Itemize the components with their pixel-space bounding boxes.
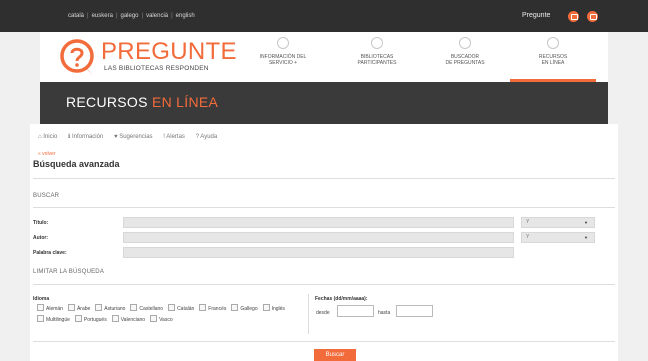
checkbox-asturiano[interactable]: Asturiano <box>95 304 125 315</box>
checkbox-castellano[interactable]: Castellano <box>130 304 163 315</box>
checkbox-catalan[interactable]: Catalán <box>168 304 194 315</box>
nav-recursos[interactable]: RECURSOS EN LÍNEA <box>510 32 596 82</box>
checkbox-multilingue[interactable]: Multilingüe <box>37 315 70 326</box>
nav-informacion[interactable]: INFORMACIÓN DEL SERVICIO + <box>240 32 326 82</box>
divider <box>33 178 615 179</box>
page-title: Búsqueda avanzada <box>33 159 120 169</box>
title-label: Título: <box>33 220 49 226</box>
lang-valencia[interactable]: valencià <box>146 13 168 19</box>
nav-label: RECURSOS EN LÍNEA <box>538 54 568 66</box>
title-input[interactable] <box>123 217 514 228</box>
search-icon <box>459 37 471 49</box>
author-input[interactable] <box>123 232 514 243</box>
divider <box>33 341 615 342</box>
nav-label: BIBLIOTECAS PARTICIPANTES <box>357 54 397 66</box>
title-operator-select[interactable]: Y <box>521 217 595 228</box>
checkbox-portugues[interactable]: Portugués <box>75 315 107 326</box>
lang-euskera[interactable]: euskera <box>92 13 113 19</box>
pregunte-link[interactable]: Pregunte <box>522 0 550 32</box>
checkbox-gallego[interactable]: Gallego <box>231 304 257 315</box>
suggestions-link[interactable]: ♥ Sugerencias <box>114 134 153 140</box>
search-section-heading: BUSCAR <box>33 193 60 199</box>
section-banner: RECURSOS EN LÍNEA <box>40 82 608 124</box>
logo-subtitle: LAS BIBLIOTECAS RESPONDEN <box>104 65 209 72</box>
date-to-input[interactable] <box>396 305 433 317</box>
author-label: Autor: <box>33 235 48 241</box>
back-link[interactable]: « volver <box>38 151 56 157</box>
divider <box>33 207 615 208</box>
alerts-link[interactable]: ! Alertas <box>163 134 185 140</box>
main-content: ⌂ Inicio ℹ Información ♥ Sugerencias ! A… <box>30 124 618 361</box>
checkbox-aleman[interactable]: Alemán <box>37 304 63 315</box>
keyword-label: Palabra clave: <box>33 250 67 256</box>
idioma-label: Idioma <box>33 296 50 302</box>
dates-label: Fechas (dd/mm/aaaa): <box>315 296 368 302</box>
nav-buscador[interactable]: BUSCADOR DE PREGUNTAS <box>422 32 508 82</box>
home-link[interactable]: ⌂ Inicio <box>38 134 57 140</box>
language-checkboxes: Alemán Árabe Asturiano Castellano Catalán Fra… <box>37 304 309 326</box>
main-nav: INFORMACIÓN DEL SERVICIO + BIBLIOTECAS P… <box>240 32 608 82</box>
site-header: PREGUNTE LAS BIBLIOTECAS RESPONDEN INFOR… <box>40 32 608 82</box>
divider <box>33 284 615 285</box>
chat-icon[interactable] <box>587 11 598 22</box>
globe-icon <box>547 37 559 49</box>
language-links: català | euskera | galego | valencià | english <box>68 13 195 19</box>
question-logo-icon <box>60 39 94 76</box>
nav-bibliotecas[interactable]: BIBLIOTECAS PARTICIPANTES <box>334 32 420 82</box>
lang-galego[interactable]: galego <box>121 13 139 19</box>
help-link[interactable]: ? Ayuda <box>196 134 218 140</box>
top-bar: català | euskera | galego | valencià | english P… <box>0 0 648 32</box>
limit-section-heading: LIMITAR LA BÚSQUEDA <box>33 269 105 275</box>
logo-title: PREGUNTE <box>101 38 237 65</box>
search-button[interactable]: Buscar <box>314 349 356 361</box>
checkbox-ingles[interactable]: Inglés <box>263 304 285 315</box>
info-link[interactable]: ℹ Información <box>68 134 103 140</box>
checkbox-arabe[interactable]: Árabe <box>68 304 90 315</box>
author-operator-select[interactable]: Y <box>521 232 595 243</box>
logo[interactable]: PREGUNTE LAS BIBLIOTECAS RESPONDEN <box>59 38 239 78</box>
nav-label: INFORMACIÓN DEL SERVICIO + <box>259 54 307 66</box>
vertical-divider <box>308 294 309 334</box>
lang-catala[interactable]: català <box>68 13 84 19</box>
checkbox-frances[interactable]: Francés <box>199 304 226 315</box>
sub-nav: ⌂ Inicio ℹ Información ♥ Sugerencias ! A… <box>38 133 226 140</box>
checkbox-valenciano[interactable]: Valenciano <box>112 315 145 326</box>
info-icon <box>277 37 289 49</box>
checkbox-vasco[interactable]: Vasco <box>150 315 173 326</box>
mail-icon[interactable] <box>568 11 579 22</box>
date-from-input[interactable] <box>337 305 374 317</box>
library-icon <box>371 37 383 49</box>
desde-label: desde <box>316 310 330 316</box>
banner-title: RECURSOS EN LÍNEA <box>66 94 219 110</box>
keyword-input[interactable] <box>123 247 514 258</box>
nav-label: BUSCADOR DE PREGUNTAS <box>445 54 485 66</box>
lang-english[interactable]: english <box>176 13 195 19</box>
hasta-label: hasta <box>378 310 391 316</box>
